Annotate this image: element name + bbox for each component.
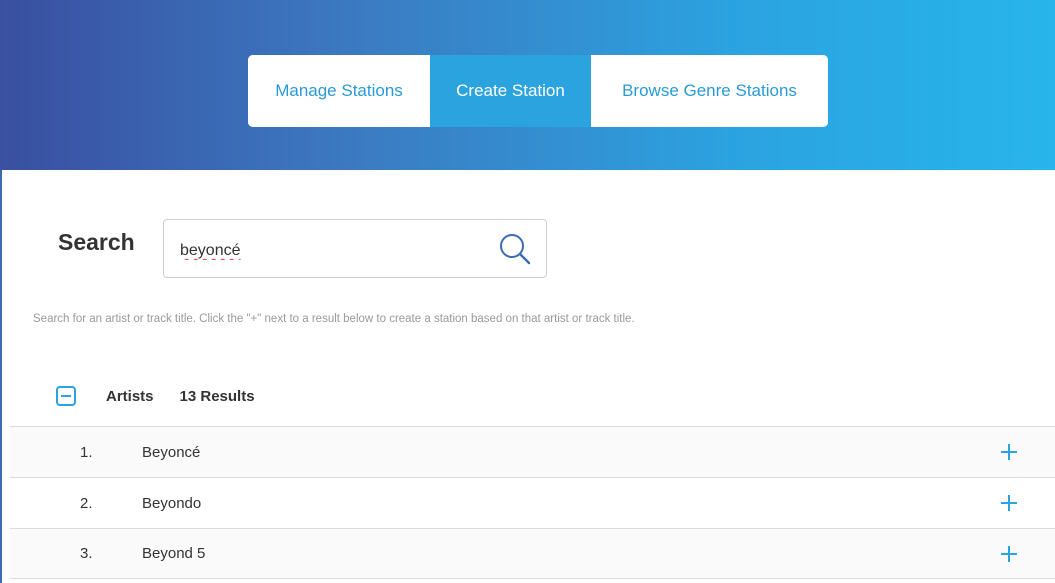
item-number: 2. [80, 494, 93, 512]
left-border [0, 170, 2, 583]
search-hint: Search for an artist or track title. Cli… [33, 313, 635, 325]
item-number: 3. [80, 545, 93, 562]
list-item: 1. Beyoncé [10, 426, 1055, 477]
results-count: 13 Results [179, 387, 255, 405]
item-number: 1. [80, 443, 93, 461]
minus-square-icon[interactable] [56, 386, 76, 406]
artist-name: Beyondo [142, 494, 202, 512]
list-item: 3. Beyond 5 [10, 528, 1055, 579]
artists-label: Artists [106, 387, 154, 405]
station-tabs: Manage Stations Create Station Browse Ge… [248, 55, 828, 127]
plus-icon[interactable] [998, 492, 1020, 514]
artist-name: Beyoncé [142, 443, 201, 461]
tab-manage-stations[interactable]: Manage Stations [248, 55, 430, 127]
header-banner: Manage Stations Create Station Browse Ge… [0, 0, 1055, 170]
artist-name: Beyond 5 [142, 545, 206, 562]
plus-icon[interactable] [998, 441, 1020, 463]
tab-create-station[interactable]: Create Station [430, 55, 591, 127]
search-icon[interactable] [498, 232, 532, 266]
tab-browse-genre-stations[interactable]: Browse Genre Stations [591, 55, 828, 127]
search-title: Search [58, 229, 135, 255]
artist-results-list: 1. Beyoncé 2. Beyondo 3. Beyond 5 [10, 426, 1055, 579]
artists-section-header: Artists 13 Results [56, 386, 255, 406]
list-item: 2. Beyondo [10, 477, 1055, 528]
plus-icon[interactable] [998, 543, 1020, 565]
search-input[interactable] [180, 238, 480, 264]
search-box [163, 219, 547, 278]
